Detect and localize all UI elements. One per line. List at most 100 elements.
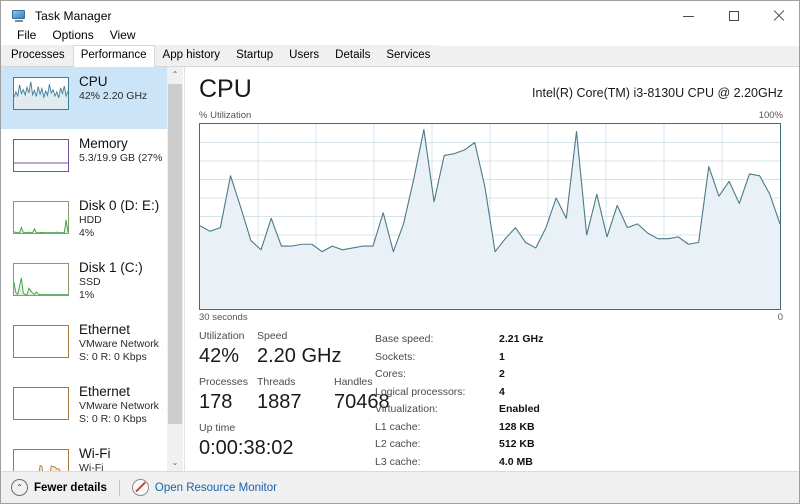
sidebar-item-label: Ethernet	[79, 384, 131, 399]
cpu-spec-row: L2 cache: 512 KB	[375, 436, 705, 454]
graph-y-axis-label: % Utilization	[199, 110, 252, 121]
sidebar-item-sub1: HDD	[79, 214, 102, 226]
sidebar-item-sub1: VMware Network ...	[79, 338, 163, 350]
scroll-up-icon[interactable]: ⌃	[167, 67, 183, 83]
cpu-spec-label: Base speed:	[375, 333, 434, 345]
resource-thumbnail-graph	[13, 139, 69, 172]
resource-thumbnail-graph	[13, 449, 69, 471]
sidebar-item-sub2: S: 0 R: 0 Kbps	[79, 413, 147, 425]
menu-item-options[interactable]: Options	[44, 26, 101, 44]
menu-bar: File Options View	[1, 25, 799, 45]
graph-y-max-label: 100%	[758, 110, 783, 121]
cpu-spec-value: 4	[499, 385, 505, 398]
cpu-spec-row: L1 cache: 128 KB	[375, 419, 705, 437]
sidebar-item-cpu[interactable]: CPU 42% 2.20 GHz	[1, 67, 167, 129]
cpu-spec-row: Virtualization: Enabled	[375, 401, 705, 419]
sidebar-item-sub2: 4%	[79, 227, 95, 239]
tab-app-history[interactable]: App history	[154, 45, 229, 66]
window-title: Task Manager	[35, 9, 112, 23]
resource-thumbnail-graph	[13, 325, 69, 358]
stat-speed-label: Speed	[257, 330, 288, 342]
cpu-spec-value: 512 KB	[499, 438, 535, 450]
cpu-spec-row: Base speed: 2.21 GHz	[375, 331, 705, 349]
resource-sidebar: CPU 42% 2.20 GHz Memory 5.3/19.9 GB (27%) Di…	[1, 67, 185, 471]
task-manager-window: Task Manager File Options View Processes…	[0, 0, 800, 504]
sidebar-item-label: Disk 1 (C:)	[79, 260, 143, 275]
cpu-spec-value: Enabled	[499, 403, 540, 415]
sidebar-item-text: Ethernet VMware Network ... S: 0 R: 0 Kbps	[79, 384, 163, 426]
cpu-spec-value: 128 KB	[499, 420, 535, 433]
sidebar-item-label: Memory	[79, 136, 128, 151]
task-manager-icon	[11, 8, 27, 24]
cpu-spec-label: Logical processors:	[375, 385, 466, 398]
tab-processes[interactable]: Processes	[3, 45, 73, 66]
cpu-spec-row: Cores: 2	[375, 366, 705, 384]
sidebar-item-disk-1-c[interactable]: Disk 1 (C:) SSD 1%	[1, 253, 167, 315]
scrollbar-thumb[interactable]	[168, 84, 182, 424]
tab-details[interactable]: Details	[327, 45, 379, 66]
stat-processes: Processes 178	[199, 375, 248, 415]
tab-services[interactable]: Services	[378, 45, 439, 66]
sidebar-item-wi-fi[interactable]: Wi-FiWi-FiS: 0.2 R: 7.1 Mbps	[1, 439, 167, 471]
stat-threads: Threads 1887	[257, 375, 302, 415]
sidebar-scrollbar[interactable]: ⌃ ⌄	[167, 67, 183, 471]
sidebar-item-text: Wi-FiWi-FiS: 0.2 R: 7.1 Mbps	[79, 446, 163, 471]
fewer-details-button[interactable]: ⌃ Fewer details	[11, 479, 107, 496]
stat-utilization: Utilization 42%	[199, 329, 245, 369]
sidebar-item-disk-0-d-e[interactable]: Disk 0 (D: E:) HDD 4%	[1, 191, 167, 253]
resource-list: CPU 42% 2.20 GHz Memory 5.3/19.9 GB (27%) Di…	[1, 67, 167, 471]
stat-processes-label: Processes	[199, 376, 249, 388]
stat-threads-label: Threads	[257, 376, 296, 388]
graph-time-span-label: 30 seconds	[199, 312, 248, 323]
cpu-spec-value: 2	[499, 368, 505, 380]
sidebar-item-sub1: Wi-Fi	[79, 462, 104, 471]
tab-performance[interactable]: Performance	[72, 45, 155, 67]
sidebar-item-sub2: S: 0 R: 0 Kbps	[79, 351, 147, 363]
cpu-spec-label: L1 cache:	[375, 420, 421, 433]
graph-top-labels: % Utilization 100%	[199, 110, 783, 121]
sidebar-item-label: Ethernet	[79, 322, 131, 337]
cpu-spec-label: Virtualization:	[375, 403, 438, 415]
stat-speed: Speed 2.20 GHz	[257, 329, 341, 369]
resource-thumbnail-graph	[13, 263, 69, 296]
stat-uptime-label: Up time	[199, 422, 236, 434]
sidebar-item-sub1: 42% 2.20 GHz	[79, 90, 148, 102]
sidebar-item-text: Disk 1 (C:) SSD 1%	[79, 260, 143, 302]
sidebar-item-sub1: SSD	[79, 276, 101, 288]
resource-thumbnail-graph	[13, 77, 69, 110]
menu-item-file[interactable]: File	[9, 26, 44, 44]
sidebar-item-text: Ethernet VMware Network ... S: 0 R: 0 Kbps	[79, 322, 163, 364]
sidebar-item-ethernet[interactable]: Ethernet VMware Network ... S: 0 R: 0 Kbps	[1, 377, 167, 439]
cpu-spec-row: Logical processors: 4	[375, 384, 705, 402]
cpu-spec-label: L2 cache:	[375, 438, 421, 450]
open-resource-monitor-link[interactable]: Open Resource Monitor	[131, 479, 277, 496]
graph-bottom-labels: 30 seconds 0	[199, 312, 783, 323]
content-area: CPU 42% 2.20 GHz Memory 5.3/19.9 GB (27%) Di…	[1, 67, 799, 471]
resource-monitor-icon	[131, 479, 149, 496]
cpu-spec-value: 1	[499, 350, 505, 363]
cpu-spec-row: L3 cache: 4.0 MB	[375, 454, 705, 472]
cpu-spec-label: Cores:	[375, 368, 406, 380]
tab-startup[interactable]: Startup	[228, 45, 282, 66]
sidebar-item-text: Disk 0 (D: E:) HDD 4%	[79, 198, 159, 240]
cpu-model-name: Intel(R) Core(TM) i3-8130U CPU @ 2.20GHz	[532, 86, 783, 100]
resource-thumbnail-graph	[13, 201, 69, 234]
status-divider	[118, 479, 120, 496]
scroll-down-icon[interactable]: ⌄	[167, 455, 183, 471]
stat-threads-value: 1887	[257, 391, 302, 413]
sidebar-item-memory[interactable]: Memory 5.3/19.9 GB (27%)	[1, 129, 167, 191]
fewer-details-label: Fewer details	[34, 481, 107, 494]
chevron-up-icon: ⌃	[11, 479, 28, 496]
sidebar-item-text: Memory 5.3/19.9 GB (27%)	[79, 136, 163, 165]
graph-time-zero-label: 0	[777, 312, 783, 323]
cpu-detail-panel: CPU Intel(R) Core(TM) i3-8130U CPU @ 2.2…	[185, 67, 799, 471]
sidebar-item-sub1: 5.3/19.9 GB (27%)	[79, 152, 163, 164]
cpu-spec-label: Sockets:	[375, 350, 416, 363]
cpu-stats-right: Base speed: 2.21 GHz Sockets: 1 Cores: 2 Logic…	[375, 331, 705, 471]
sidebar-item-ethernet[interactable]: Ethernet VMware Network ... S: 0 R: 0 Kbps	[1, 315, 167, 377]
sidebar-item-sub2: 1%	[79, 289, 95, 301]
menu-item-view[interactable]: View	[102, 26, 144, 44]
tab-strip: Processes Performance App history Startu…	[1, 45, 799, 67]
sidebar-item-label: Disk 0 (D: E:)	[79, 198, 160, 213]
tab-users[interactable]: Users	[281, 45, 328, 66]
